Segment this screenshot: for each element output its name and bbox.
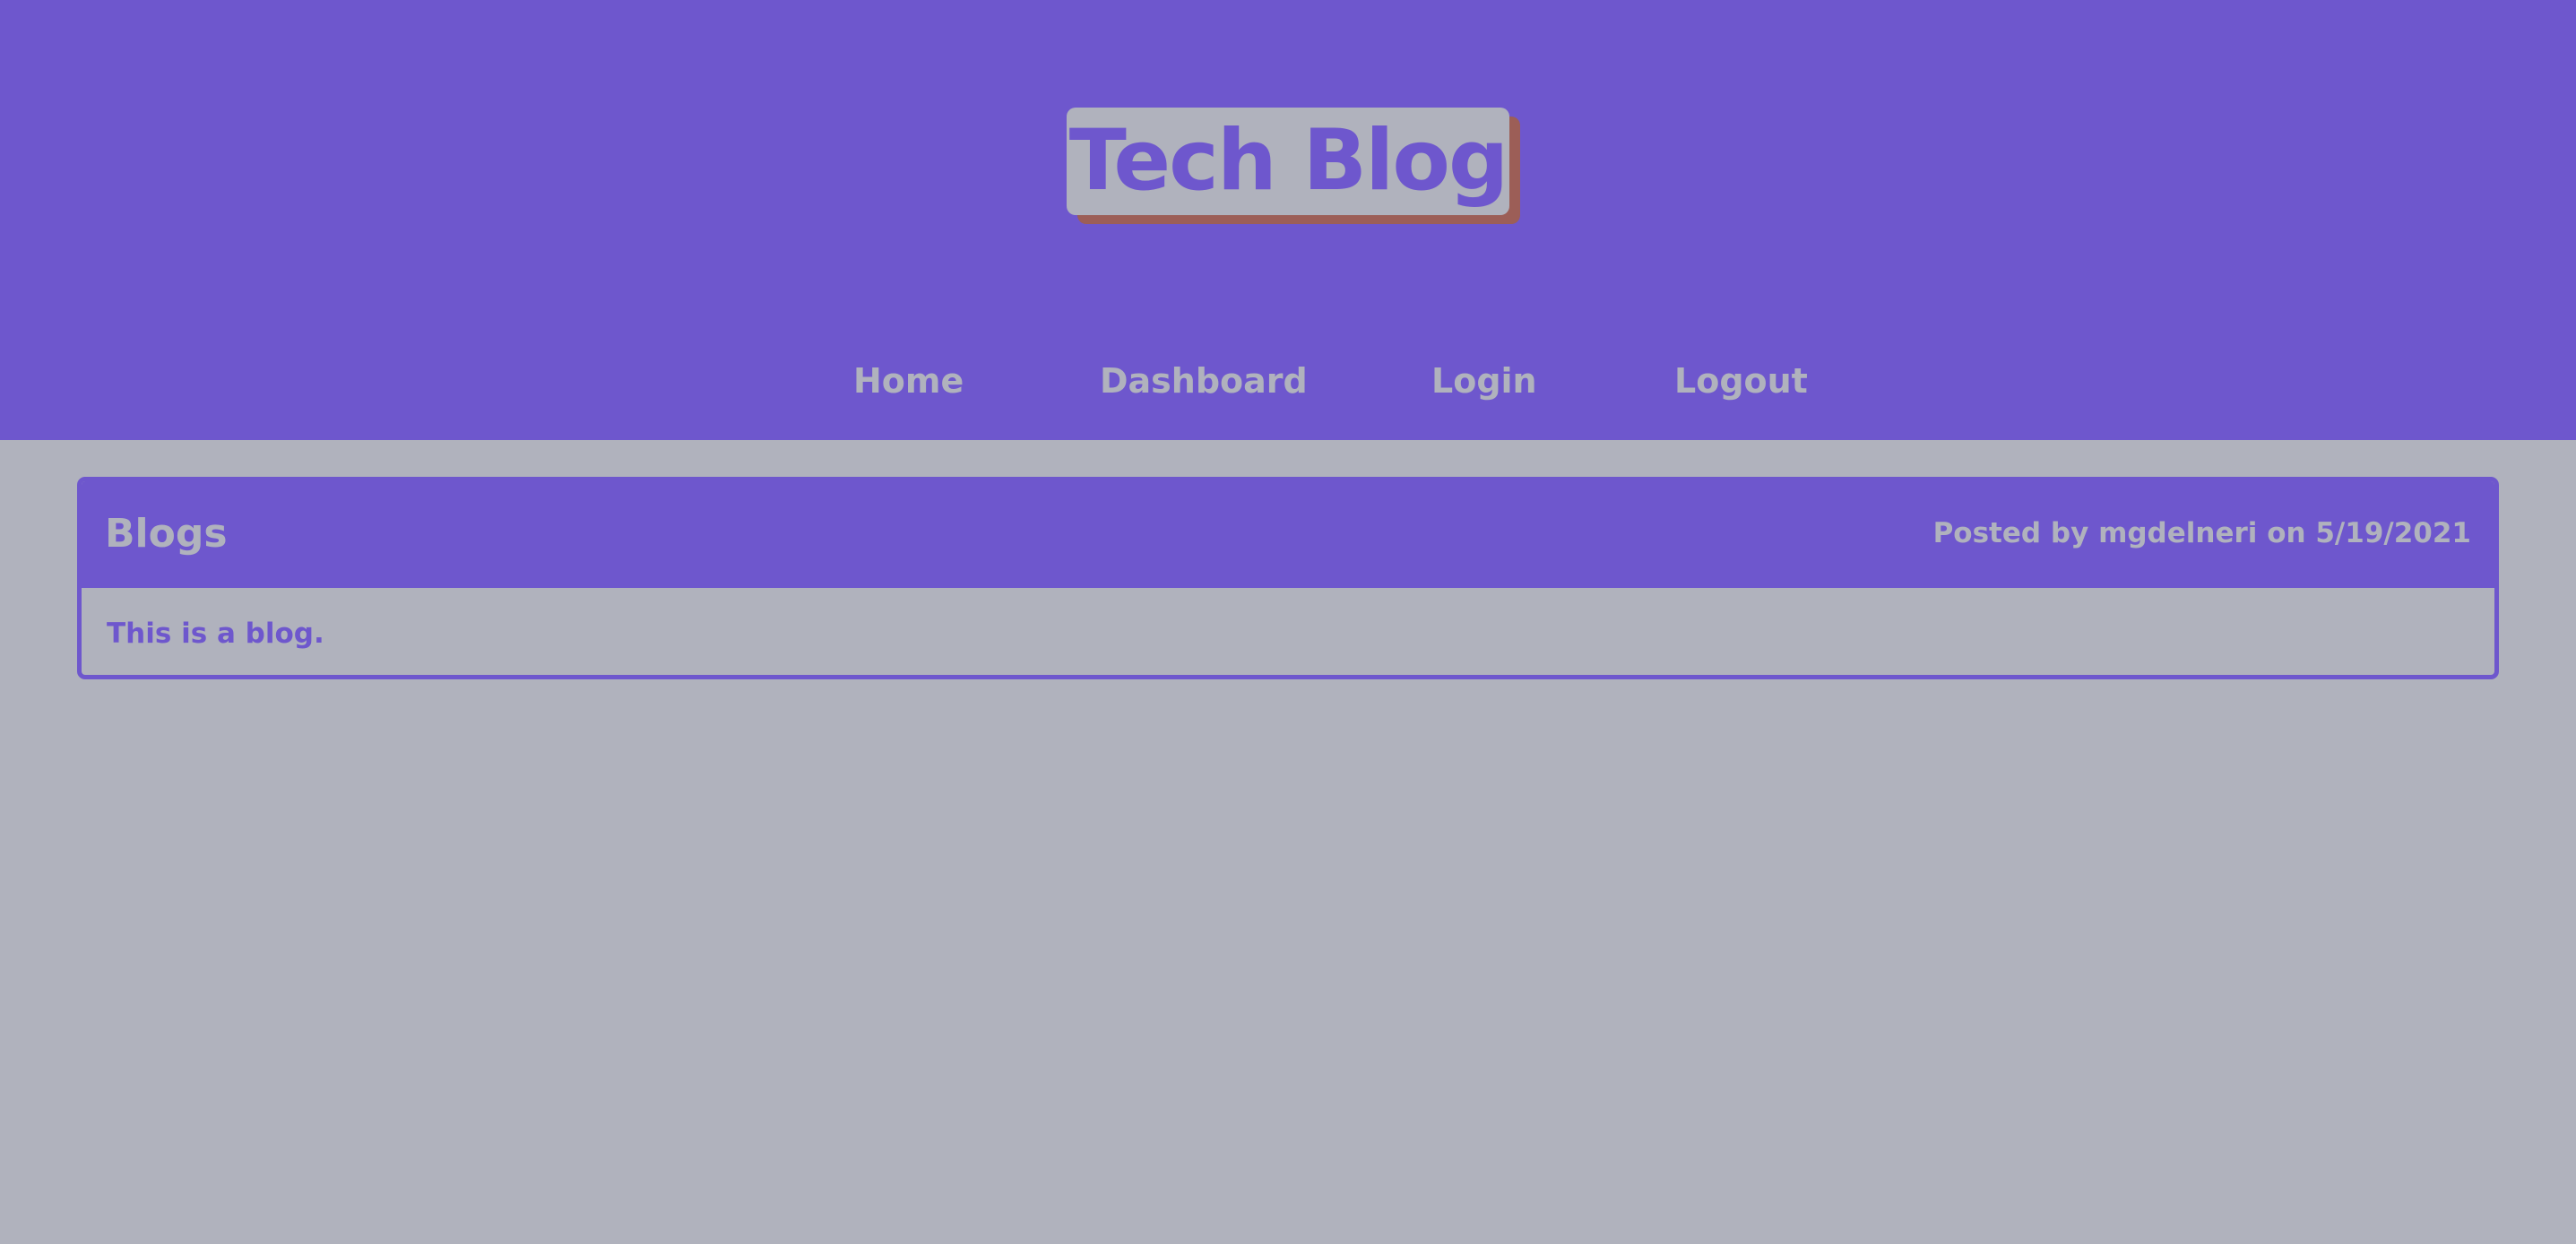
main-nav: Home Dashboard Login Logout [0,354,2576,408]
nav-logout-link[interactable]: Logout [1674,354,1808,408]
site-header: Tech Blog Home Dashboard Login Logout [0,0,2576,440]
nav-home-link[interactable]: Home [853,354,964,408]
nav-login-link[interactable]: Login [1431,354,1537,408]
logo: Tech Blog [1067,108,1520,224]
blog-post-header: Blogs Posted by mgdelneri on 5/19/2021 [82,481,2494,588]
blog-post-card[interactable]: Blogs Posted by mgdelneri on 5/19/2021 T… [77,477,2499,679]
site-title: Tech Blog [1067,108,1509,215]
post-content: This is a blog. [107,618,324,650]
blogs-heading: Blogs [105,511,228,557]
post-meta: Posted by mgdelneri on 5/19/2021 [1932,517,2471,549]
nav-dashboard-link[interactable]: Dashboard [1100,354,1308,408]
